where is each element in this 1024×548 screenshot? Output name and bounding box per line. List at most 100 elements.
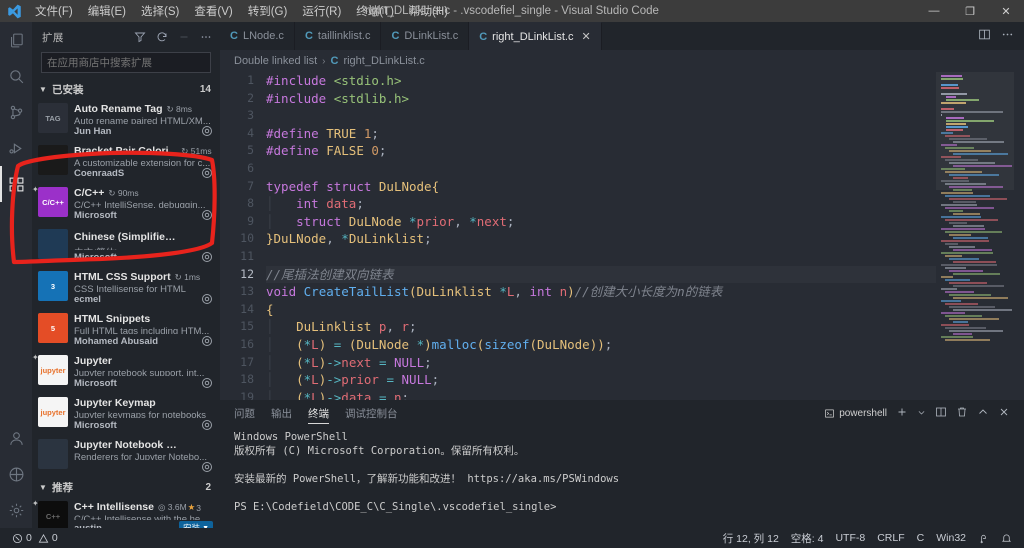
tab-taillinklist-c[interactable]: C taillinklist.c bbox=[294, 22, 382, 50]
minimap[interactable] bbox=[936, 72, 1014, 400]
activity-accounts[interactable] bbox=[0, 420, 32, 456]
extension-group-header[interactable]: ▼ 已安装 14 bbox=[32, 79, 220, 99]
activity-explorer[interactable] bbox=[0, 22, 32, 58]
menu-terminal[interactable]: 终端(T) bbox=[349, 1, 401, 21]
panel-tab-debug-console[interactable]: 调试控制台 bbox=[345, 400, 398, 426]
extension-badge: ↻ 8ms bbox=[166, 104, 193, 114]
code-line: #include <stdio.h> bbox=[266, 73, 402, 88]
menu-view[interactable]: 查看(V) bbox=[187, 1, 239, 21]
extension-list-item[interactable]: Jupyter Notebook RenderersRenderers for … bbox=[32, 435, 220, 477]
code-scroll[interactable]: 1 2 3 4 5 6 7 8 9 10 11 12 13 14 15 16 17 18 19 #include <… bbox=[220, 72, 936, 400]
minimap-line bbox=[945, 123, 967, 125]
extension-list-item[interactable]: Bracket Pair Colori... ↻ 51ms A customizab… bbox=[32, 141, 220, 183]
refresh-icon[interactable] bbox=[154, 29, 170, 45]
gear-icon[interactable] bbox=[201, 251, 213, 263]
activity-remote[interactable] bbox=[0, 456, 32, 492]
status-eol[interactable]: CRLF bbox=[871, 528, 910, 548]
breadcrumb-file[interactable]: right_DLinkList.c bbox=[343, 55, 424, 67]
minimap-line bbox=[945, 255, 962, 257]
install-button[interactable]: 安装 ▼ bbox=[179, 521, 213, 528]
extension-list-item[interactable]: Chinese (Simplified) (简体... 中文(简体)Microso… bbox=[32, 225, 220, 267]
gear-icon[interactable] bbox=[201, 461, 213, 473]
minimap-line bbox=[945, 96, 957, 98]
more-icon[interactable] bbox=[198, 29, 214, 45]
activity-source-control[interactable] bbox=[0, 94, 32, 130]
menu-help[interactable]: 帮助(H) bbox=[402, 1, 455, 21]
code-line: #define FALSE 0; bbox=[266, 143, 387, 159]
extension-list-item[interactable]: ✦ jupyter Jupyter Jupyter notebook support,… bbox=[32, 351, 220, 393]
minimap-line bbox=[941, 204, 977, 206]
close-panel-icon[interactable] bbox=[998, 406, 1010, 421]
extension-list-item[interactable]: TAG Auto Rename Tag ↻ 8ms Auto rename paire… bbox=[32, 99, 220, 141]
panel-tab-problems[interactable]: 问题 bbox=[234, 400, 255, 426]
gear-icon[interactable] bbox=[201, 125, 213, 137]
extension-list[interactable]: ▼ 已安装 14 TAG Auto Rename Tag ↻ 8ms Auto rename… bbox=[32, 79, 220, 528]
new-terminal-icon[interactable] bbox=[896, 406, 908, 421]
minimap-line bbox=[949, 198, 1007, 200]
panel-tab-output[interactable]: 输出 bbox=[271, 400, 292, 426]
code-content[interactable]: #include <stdio.h> #include <stdlib.h> #… bbox=[266, 72, 936, 400]
kill-terminal-icon[interactable] bbox=[956, 406, 968, 421]
activity-settings[interactable] bbox=[0, 492, 32, 528]
chevron-down-icon[interactable] bbox=[917, 406, 926, 420]
minimize-button[interactable]: — bbox=[916, 0, 952, 22]
extension-list-item[interactable]: ✦ C++ C++ Intellisense ◎ 3.6M ★ 3 C/C++ Intel… bbox=[32, 497, 220, 528]
editor-scrollbar[interactable] bbox=[1014, 72, 1024, 400]
gear-icon[interactable] bbox=[201, 209, 213, 221]
maximize-button[interactable]: ❐ bbox=[952, 0, 988, 22]
terminal-selector[interactable]: powershell bbox=[824, 408, 887, 419]
menu-go[interactable]: 转到(G) bbox=[241, 1, 295, 21]
gear-icon[interactable] bbox=[201, 293, 213, 305]
extensions-sidebar: 扩展 ▼ 已安装 14 TAG Auto Rename Tag↻ 8ms Auto ren… bbox=[32, 22, 220, 528]
close-button[interactable]: ✕ bbox=[988, 0, 1024, 22]
menu-edit[interactable]: 编辑(E) bbox=[81, 1, 133, 21]
extension-search-input[interactable] bbox=[41, 52, 211, 73]
extension-list-item[interactable]: 5 HTML Snippets Full HTML tags including H… bbox=[32, 309, 220, 351]
extension-list-item[interactable]: 3 HTML CSS Support ↻ 1ms CSS Intellisense f… bbox=[32, 267, 220, 309]
activity-run-debug[interactable] bbox=[0, 130, 32, 166]
minimap-line bbox=[949, 258, 979, 260]
split-terminal-icon[interactable] bbox=[935, 406, 947, 421]
minimap-line bbox=[945, 129, 964, 131]
status-encoding[interactable]: UTF-8 bbox=[829, 528, 871, 548]
panel-tab-terminal[interactable]: 终端 bbox=[308, 400, 329, 426]
tab-right-dlinklist-c[interactable]: C right_DLinkList.c ✕ bbox=[469, 22, 602, 50]
bell-icon[interactable] bbox=[995, 528, 1018, 548]
gear-icon[interactable] bbox=[201, 377, 213, 389]
gear-icon[interactable] bbox=[201, 419, 213, 431]
breadcrumb[interactable]: Double linked list › C right_DLinkList.c bbox=[220, 50, 1024, 72]
extension-list-item[interactable]: ✦ C/C++ C/C++ ↻ 90ms C/C++ IntelliSense, deb… bbox=[32, 183, 220, 225]
status-problems[interactable]: 0 0 bbox=[6, 528, 64, 548]
filter-icon[interactable] bbox=[132, 29, 148, 45]
clear-icon[interactable] bbox=[176, 29, 192, 45]
extension-list-item[interactable]: jupyter Jupyter Keymap Jupyter keymaps for… bbox=[32, 393, 220, 435]
editor-tabbar: C LNode.c C taillinklist.c C DLinkList.c… bbox=[220, 22, 1024, 50]
status-platform[interactable]: Win32 bbox=[930, 528, 972, 548]
breadcrumb-folder[interactable]: Double linked list bbox=[234, 55, 317, 67]
tab-dlinklist-c[interactable]: C DLinkList.c bbox=[381, 22, 470, 50]
gear-icon[interactable] bbox=[201, 167, 213, 179]
extension-name: HTML Snippets bbox=[74, 313, 151, 325]
status-indentation[interactable]: 空格: 4 bbox=[785, 528, 830, 548]
code-line: │ DuLinklist p, r; bbox=[266, 319, 417, 335]
menu-selection[interactable]: 选择(S) bbox=[134, 1, 186, 21]
warning-count: 0 bbox=[51, 532, 58, 544]
terminal-output[interactable]: Windows PowerShell 版权所有 (C) Microsoft Cor… bbox=[220, 426, 1024, 528]
more-actions-icon[interactable] bbox=[1001, 28, 1014, 44]
extension-group-header[interactable]: ▼ 推荐 2 bbox=[32, 477, 220, 497]
menu-file[interactable]: 文件(F) bbox=[28, 1, 80, 21]
activity-extensions[interactable] bbox=[0, 166, 32, 202]
code-editor[interactable]: 1 2 3 4 5 6 7 8 9 10 11 12 13 14 15 16 17 18 19 #include <… bbox=[220, 72, 1024, 400]
feedback-icon[interactable] bbox=[972, 528, 995, 548]
status-cursor-position[interactable]: 行 12, 列 12 bbox=[717, 528, 785, 548]
gear-icon[interactable] bbox=[201, 335, 213, 347]
split-editor-icon[interactable] bbox=[978, 28, 991, 44]
chevron-down-icon[interactable]: ▼ bbox=[202, 525, 209, 529]
status-language-mode[interactable]: C bbox=[911, 528, 931, 548]
menu-bar[interactable]: 文件(F) 编辑(E) 选择(S) 查看(V) 转到(G) 运行(R) 终端(T… bbox=[28, 1, 455, 21]
menu-run[interactable]: 运行(R) bbox=[295, 1, 348, 21]
activity-search[interactable] bbox=[0, 58, 32, 94]
maximize-panel-icon[interactable] bbox=[977, 406, 989, 421]
tab-lnode-c[interactable]: C LNode.c bbox=[220, 22, 295, 50]
tab-close-icon[interactable]: ✕ bbox=[582, 30, 591, 43]
